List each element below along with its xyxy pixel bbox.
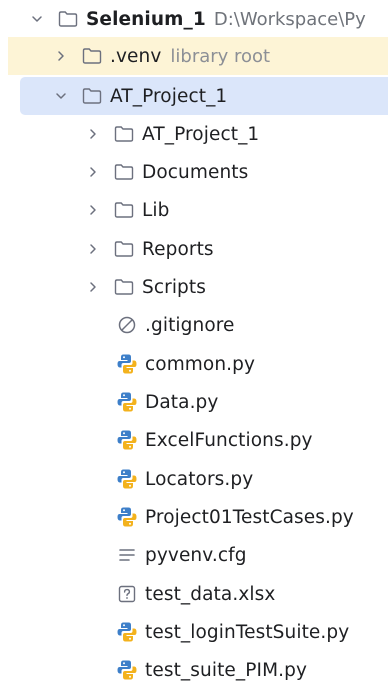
tree-row-folder[interactable]: Scripts [0,268,388,306]
chevron-right-icon[interactable] [87,281,99,293]
venv-library-root-hint: library root [170,45,271,67]
folder-name: Scripts [142,276,206,298]
python-file-icon [116,468,138,490]
file-name: pyvenv.cfg [145,544,247,566]
ignore-file-icon [116,314,138,336]
tree-row-file[interactable]: test_suite_PIM.py [0,651,388,685]
chevron-right-icon[interactable] [87,128,99,140]
tree-row-file[interactable]: test_data.xlsx [0,575,388,613]
chevron-down-icon[interactable] [55,90,67,102]
chevron-right-icon[interactable] [55,50,67,62]
file-name: common.py [145,353,256,375]
tree-row-folder[interactable]: Lib [0,191,388,229]
file-name: ExcelFunctions.py [145,429,313,451]
folder-name: Documents [142,161,249,183]
file-name: Locators.py [145,468,254,490]
folder-icon [57,8,79,30]
tree-row-file[interactable]: Data.py [0,383,388,421]
file-name: Data.py [145,391,219,413]
python-file-icon [116,506,138,528]
folder-icon [113,238,135,260]
tree-row-file[interactable]: Locators.py [0,460,388,498]
chevron-right-icon[interactable] [87,204,99,216]
tree-row-file[interactable]: .gitignore [0,306,388,344]
folder-icon [113,276,135,298]
root-project-path: D:\Workspace\Py [213,8,366,30]
chevron-right-icon[interactable] [87,243,99,255]
folder-icon [113,123,135,145]
folder-icon [113,161,135,183]
python-file-icon [116,659,138,681]
at-project-folder-name: AT_Project_1 [110,85,228,107]
folder-name: Reports [142,238,214,260]
folder-icon [81,85,103,107]
file-name: Project01TestCases.py [145,506,354,528]
chevron-down-icon[interactable] [31,13,43,25]
tree-row-folder[interactable]: AT_Project_1 [0,115,388,153]
venv-folder-name: .venv [110,45,162,67]
tree-row-at-project[interactable]: AT_Project_1 [20,77,388,115]
tree-row-venv[interactable]: .venv library root [8,37,388,75]
tree-row-root[interactable]: Selenium_1 D:\Workspace\Py [0,0,388,38]
file-name: test_data.xlsx [145,583,276,605]
tree-row-file[interactable]: common.py [0,345,388,383]
tree-row-file[interactable]: ExcelFunctions.py [0,421,388,459]
python-file-icon [116,353,138,375]
chevron-right-icon[interactable] [87,166,99,178]
tree-row-folder[interactable]: Documents [0,153,388,191]
tree-row-folder[interactable]: Reports [0,230,388,268]
folder-name: Lib [142,199,170,221]
python-file-icon [116,391,138,413]
folder-name: AT_Project_1 [142,123,260,145]
folder-icon [113,199,135,221]
text-file-icon [116,544,138,566]
tree-row-file[interactable]: Project01TestCases.py [0,498,388,536]
root-project-name: Selenium_1 [86,8,206,30]
file-name: .gitignore [145,314,235,336]
tree-row-file[interactable]: pyvenv.cfg [0,536,388,574]
file-name: test_loginTestSuite.py [145,621,350,643]
python-file-icon [116,621,138,643]
unknown-file-icon [116,583,138,605]
file-name: test_suite_PIM.py [145,659,308,681]
project-tree: Selenium_1 D:\Workspace\Py .venv library… [0,0,388,685]
tree-row-file[interactable]: test_loginTestSuite.py [0,613,388,651]
folder-icon [81,45,103,67]
python-file-icon [116,429,138,451]
